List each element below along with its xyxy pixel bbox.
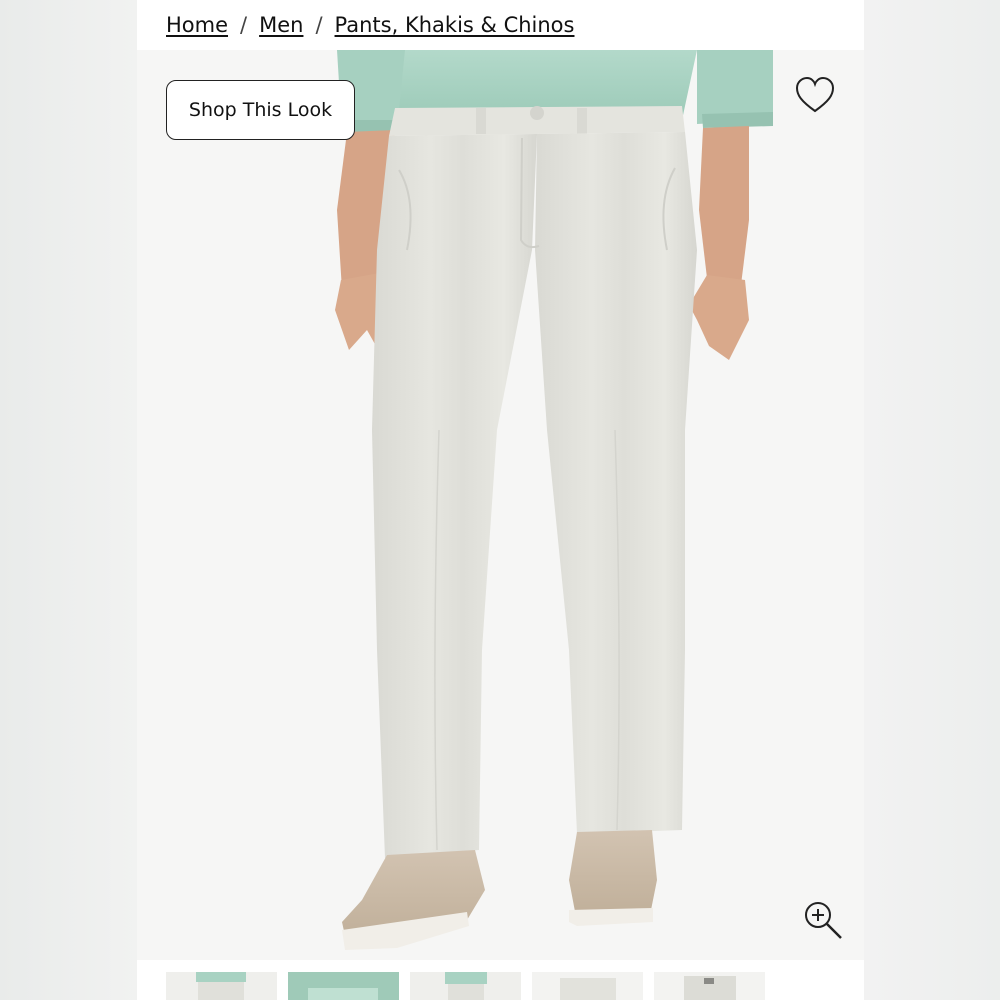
zoom-in-icon[interactable] bbox=[801, 898, 845, 942]
thumbnail-5[interactable] bbox=[654, 972, 765, 1000]
product-gallery-panel: Home / Men / Pants, Khakis & Chinos Shop… bbox=[137, 0, 864, 1000]
page-right-background bbox=[864, 0, 1000, 1000]
model-wearing-pants-illustration bbox=[335, 50, 773, 950]
heart-outline-icon[interactable] bbox=[793, 75, 837, 115]
breadcrumb-separator: / bbox=[315, 13, 323, 37]
thumbnail-1[interactable] bbox=[166, 972, 277, 1000]
thumbnail-4[interactable] bbox=[532, 972, 643, 1000]
breadcrumb-category-link[interactable]: Pants, Khakis & Chinos bbox=[335, 13, 575, 37]
main-product-image[interactable]: Shop This Look bbox=[137, 50, 864, 960]
thumbnail-strip bbox=[137, 960, 864, 1000]
page-left-background bbox=[0, 0, 137, 1000]
thumbnail-3[interactable] bbox=[410, 972, 521, 1000]
thumbnail-2[interactable] bbox=[288, 972, 399, 1000]
breadcrumb-separator: / bbox=[240, 13, 248, 37]
breadcrumb: Home / Men / Pants, Khakis & Chinos bbox=[137, 0, 864, 50]
breadcrumb-men-link[interactable]: Men bbox=[259, 13, 303, 37]
breadcrumb-home-link[interactable]: Home bbox=[166, 13, 228, 37]
shop-this-look-button[interactable]: Shop This Look bbox=[166, 80, 355, 140]
